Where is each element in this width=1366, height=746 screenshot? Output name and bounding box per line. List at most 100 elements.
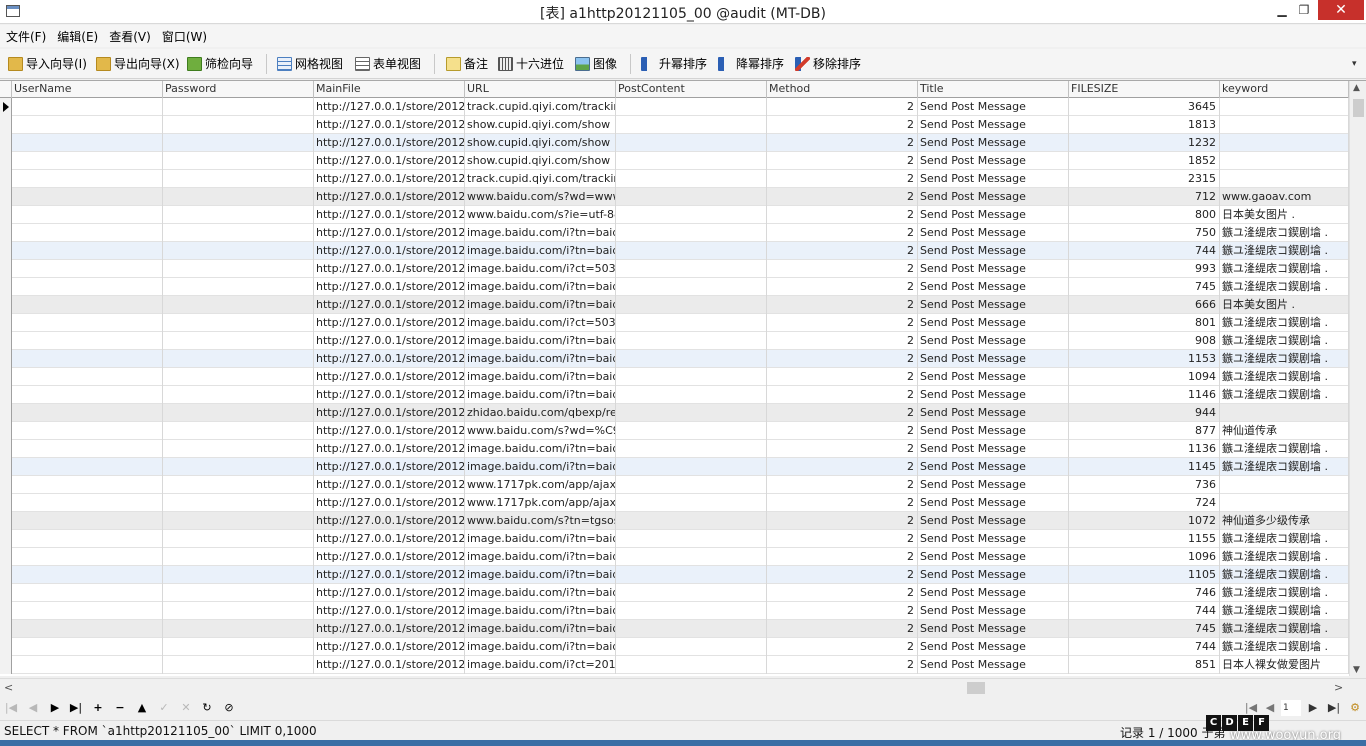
column-header-filesize[interactable]: FILESIZE (1069, 81, 1220, 98)
cell-mainfile[interactable]: http://127.0.0.1/store/20121105 (314, 224, 465, 242)
cell-username[interactable] (12, 386, 163, 404)
cell-method[interactable]: 2 (767, 332, 918, 350)
cell-mainfile[interactable]: http://127.0.0.1/store/20121105 (314, 422, 465, 440)
cell-method[interactable]: 2 (767, 638, 918, 656)
cell-keyword[interactable]: 鏃ユ湰缇庡コ鍥剧墖 . (1220, 260, 1349, 278)
cell-filesize[interactable]: 908 (1069, 332, 1220, 350)
cell-username[interactable] (12, 278, 163, 296)
cell-mainfile[interactable]: http://127.0.0.1/store/20121105 (314, 476, 465, 494)
cell-keyword[interactable]: 鏃ユ湰缇庡コ鍥剧墖 . (1220, 440, 1349, 458)
cell-url[interactable]: www.baidu.com/s?wd=%C9%F1 (465, 422, 616, 440)
cell-url[interactable]: image.baidu.com/i?tn=baiduimage (465, 638, 616, 656)
cell-url[interactable]: image.baidu.com/i?ct=201326592 (465, 656, 616, 674)
close-button[interactable]: ✕ (1318, 0, 1364, 20)
column-header-method[interactable]: Method (767, 81, 918, 98)
cell-username[interactable] (12, 548, 163, 566)
cell-password[interactable] (163, 584, 314, 602)
cell-postcontent[interactable] (616, 386, 767, 404)
cell-method[interactable]: 2 (767, 386, 918, 404)
cell-filesize[interactable]: 3645 (1069, 98, 1220, 116)
cell-title[interactable]: Send Post Message (918, 350, 1069, 368)
cell-postcontent[interactable] (616, 638, 767, 656)
row-header[interactable] (0, 314, 12, 332)
cell-mainfile[interactable]: http://127.0.0.1/store/20121105 (314, 350, 465, 368)
remove-sort-button[interactable]: 移除排序 (795, 55, 861, 73)
table-row[interactable]: http://127.0.0.1/store/20121105www.1717p… (0, 494, 1349, 512)
table-row[interactable]: http://127.0.0.1/store/20121105image.bai… (0, 368, 1349, 386)
row-header[interactable] (0, 566, 12, 584)
cell-mainfile[interactable]: http://127.0.0.1/store/20121105 (314, 494, 465, 512)
last-page-icon[interactable]: ▶| (1326, 700, 1342, 716)
cell-postcontent[interactable] (616, 404, 767, 422)
scroll-left-icon[interactable]: < (4, 681, 13, 694)
scroll-right-icon[interactable]: > (1334, 681, 1343, 694)
cell-username[interactable] (12, 476, 163, 494)
cell-title[interactable]: Send Post Message (918, 260, 1069, 278)
cell-url[interactable]: www.baidu.com/s?tn=tgsoso_ (465, 512, 616, 530)
cell-method[interactable]: 2 (767, 584, 918, 602)
last-record-button[interactable]: ▶| (67, 700, 85, 716)
cell-url[interactable]: www.1717pk.com/app/ajax.php (465, 476, 616, 494)
table-row[interactable]: http://127.0.0.1/store/20121105image.bai… (0, 656, 1349, 674)
cell-title[interactable]: Send Post Message (918, 116, 1069, 134)
cell-method[interactable]: 2 (767, 116, 918, 134)
table-row[interactable]: http://127.0.0.1/store/20121105image.bai… (0, 638, 1349, 656)
cell-mainfile[interactable]: http://127.0.0.1/store/20121105 (314, 98, 465, 116)
cell-username[interactable] (12, 188, 163, 206)
cell-postcontent[interactable] (616, 278, 767, 296)
cell-filesize[interactable]: 745 (1069, 278, 1220, 296)
cell-url[interactable]: track.cupid.qiyi.com/tracking (465, 170, 616, 188)
cell-postcontent[interactable] (616, 584, 767, 602)
menu-file[interactable]: 文件(F) (0, 25, 51, 45)
table-row[interactable]: http://127.0.0.1/store/20121105image.bai… (0, 260, 1349, 278)
sort-ascending-button[interactable]: 升幂排序 (641, 55, 707, 73)
cell-method[interactable]: 2 (767, 512, 918, 530)
cell-password[interactable] (163, 116, 314, 134)
grid-view-button[interactable]: 网格视图 (277, 55, 343, 73)
cell-title[interactable]: Send Post Message (918, 98, 1069, 116)
cell-keyword[interactable] (1220, 116, 1349, 134)
cell-password[interactable] (163, 134, 314, 152)
cell-keyword[interactable] (1220, 170, 1349, 188)
row-header[interactable] (0, 116, 12, 134)
stop-button[interactable]: ⊘ (220, 700, 238, 716)
row-header[interactable] (0, 368, 12, 386)
toolbar-overflow-icon[interactable]: ▾ (1352, 59, 1357, 69)
table-row[interactable]: http://127.0.0.1/store/20121105image.bai… (0, 458, 1349, 476)
cell-mainfile[interactable]: http://127.0.0.1/store/20121105 (314, 278, 465, 296)
cell-url[interactable]: show.cupid.qiyi.com/show (465, 134, 616, 152)
cell-mainfile[interactable]: http://127.0.0.1/store/20121105 (314, 332, 465, 350)
table-row[interactable]: http://127.0.0.1/store/20121105image.bai… (0, 314, 1349, 332)
cell-username[interactable] (12, 224, 163, 242)
cell-url[interactable]: image.baidu.com/i?tn=baiduimage (465, 530, 616, 548)
cell-keyword[interactable] (1220, 476, 1349, 494)
cell-password[interactable] (163, 368, 314, 386)
cell-title[interactable]: Send Post Message (918, 278, 1069, 296)
cell-username[interactable] (12, 620, 163, 638)
cell-title[interactable]: Send Post Message (918, 206, 1069, 224)
row-header[interactable] (0, 494, 12, 512)
horizontal-scrollbar[interactable]: < > (0, 678, 1366, 696)
menu-view[interactable]: 查看(V) (103, 25, 156, 45)
cell-url[interactable]: image.baidu.com/i?tn=baiduimage (465, 332, 616, 350)
cell-filesize[interactable]: 1094 (1069, 368, 1220, 386)
row-header[interactable] (0, 134, 12, 152)
cell-username[interactable] (12, 404, 163, 422)
next-page-icon[interactable]: ▶ (1305, 700, 1321, 716)
image-button[interactable]: 图像 (575, 55, 617, 73)
settings-icon[interactable]: ⚙ (1347, 700, 1363, 716)
cell-title[interactable]: Send Post Message (918, 188, 1069, 206)
cell-filesize[interactable]: 1072 (1069, 512, 1220, 530)
row-header[interactable] (0, 296, 12, 314)
cell-url[interactable]: image.baidu.com/i?tn=baiduimage (465, 278, 616, 296)
cell-title[interactable]: Send Post Message (918, 242, 1069, 260)
cell-keyword[interactable] (1220, 134, 1349, 152)
cell-url[interactable]: show.cupid.qiyi.com/show (465, 116, 616, 134)
cell-username[interactable] (12, 206, 163, 224)
cell-title[interactable]: Send Post Message (918, 458, 1069, 476)
hex-button[interactable]: 十六进位 (498, 55, 564, 73)
cell-mainfile[interactable]: http://127.0.0.1/store/20121105 (314, 188, 465, 206)
cell-url[interactable]: image.baidu.com/i?tn=baiduimage (465, 548, 616, 566)
cell-keyword[interactable]: 鏃ユ湰缇庡コ鍥剧墖 . (1220, 314, 1349, 332)
cell-mainfile[interactable]: http://127.0.0.1/store/20121105 (314, 656, 465, 674)
